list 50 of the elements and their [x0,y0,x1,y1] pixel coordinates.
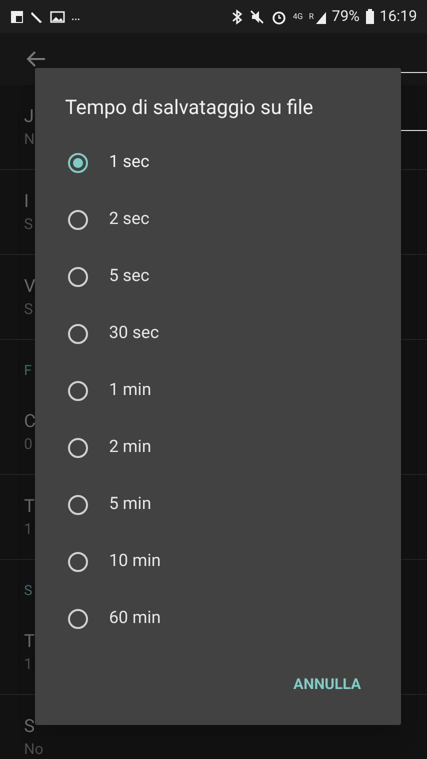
radio-option[interactable]: 5 min [35,476,401,533]
image-icon [50,10,65,24]
radio-option[interactable]: 60 min [35,590,401,647]
setting-title: V [24,275,36,299]
setting-value: 1 [24,519,32,539]
section-header: S [24,582,32,601]
option-label: 1 sec [109,150,150,174]
option-label: 30 sec [109,322,160,345]
section-header: F [24,362,32,381]
option-label: 60 min [109,606,161,630]
option-label: 1 min [109,378,152,402]
setting-value: S [24,214,33,234]
setting-title: S [24,715,35,739]
radio-option[interactable]: 2 sec [35,191,401,248]
roaming-text: R [308,12,314,20]
setting-value: No [24,739,44,759]
dialog-title: Tempo di salvataggio su file [65,94,314,121]
option-label: 2 sec [109,208,150,231]
option-label: 5 sec [109,264,150,288]
signal-icon [316,10,326,24]
app-notification-icon [10,10,24,24]
setting-title: I [24,190,29,214]
option-label: 5 min [109,492,152,516]
option-label: 2 min [109,436,152,459]
mute-icon [248,8,265,24]
battery-icon [366,9,374,24]
bluetooth-icon [230,8,243,24]
radio-option[interactable]: 1 min [35,362,401,419]
alarm-icon [270,8,287,24]
radio-option[interactable]: 30 sec [35,305,401,362]
back-arrow-icon[interactable] [26,50,46,68]
radio-option[interactable]: 1 sec [35,134,401,191]
radio-option[interactable]: 10 min [35,533,401,590]
setting-title: T [24,630,35,654]
radio-option[interactable]: 5 sec [35,248,401,305]
setting-title: C [24,410,36,434]
setting-value: S [24,299,33,319]
setting-value: 0 [24,434,32,454]
cancel-button[interactable]: ANNULLA [289,667,365,702]
battery-percent-text: 79% [332,6,360,28]
pen-icon [30,10,44,24]
network-type-text: 4G [292,12,303,20]
radio-option[interactable]: 2 min [35,419,401,476]
option-label: 10 min [109,550,161,573]
setting-value: 1 [24,654,32,674]
setting-title: T [24,495,35,519]
setting-value: N [24,129,35,149]
clock-text: 16:19 [380,6,417,28]
setting-title: J [24,105,34,129]
overflow-text: … [71,7,80,26]
